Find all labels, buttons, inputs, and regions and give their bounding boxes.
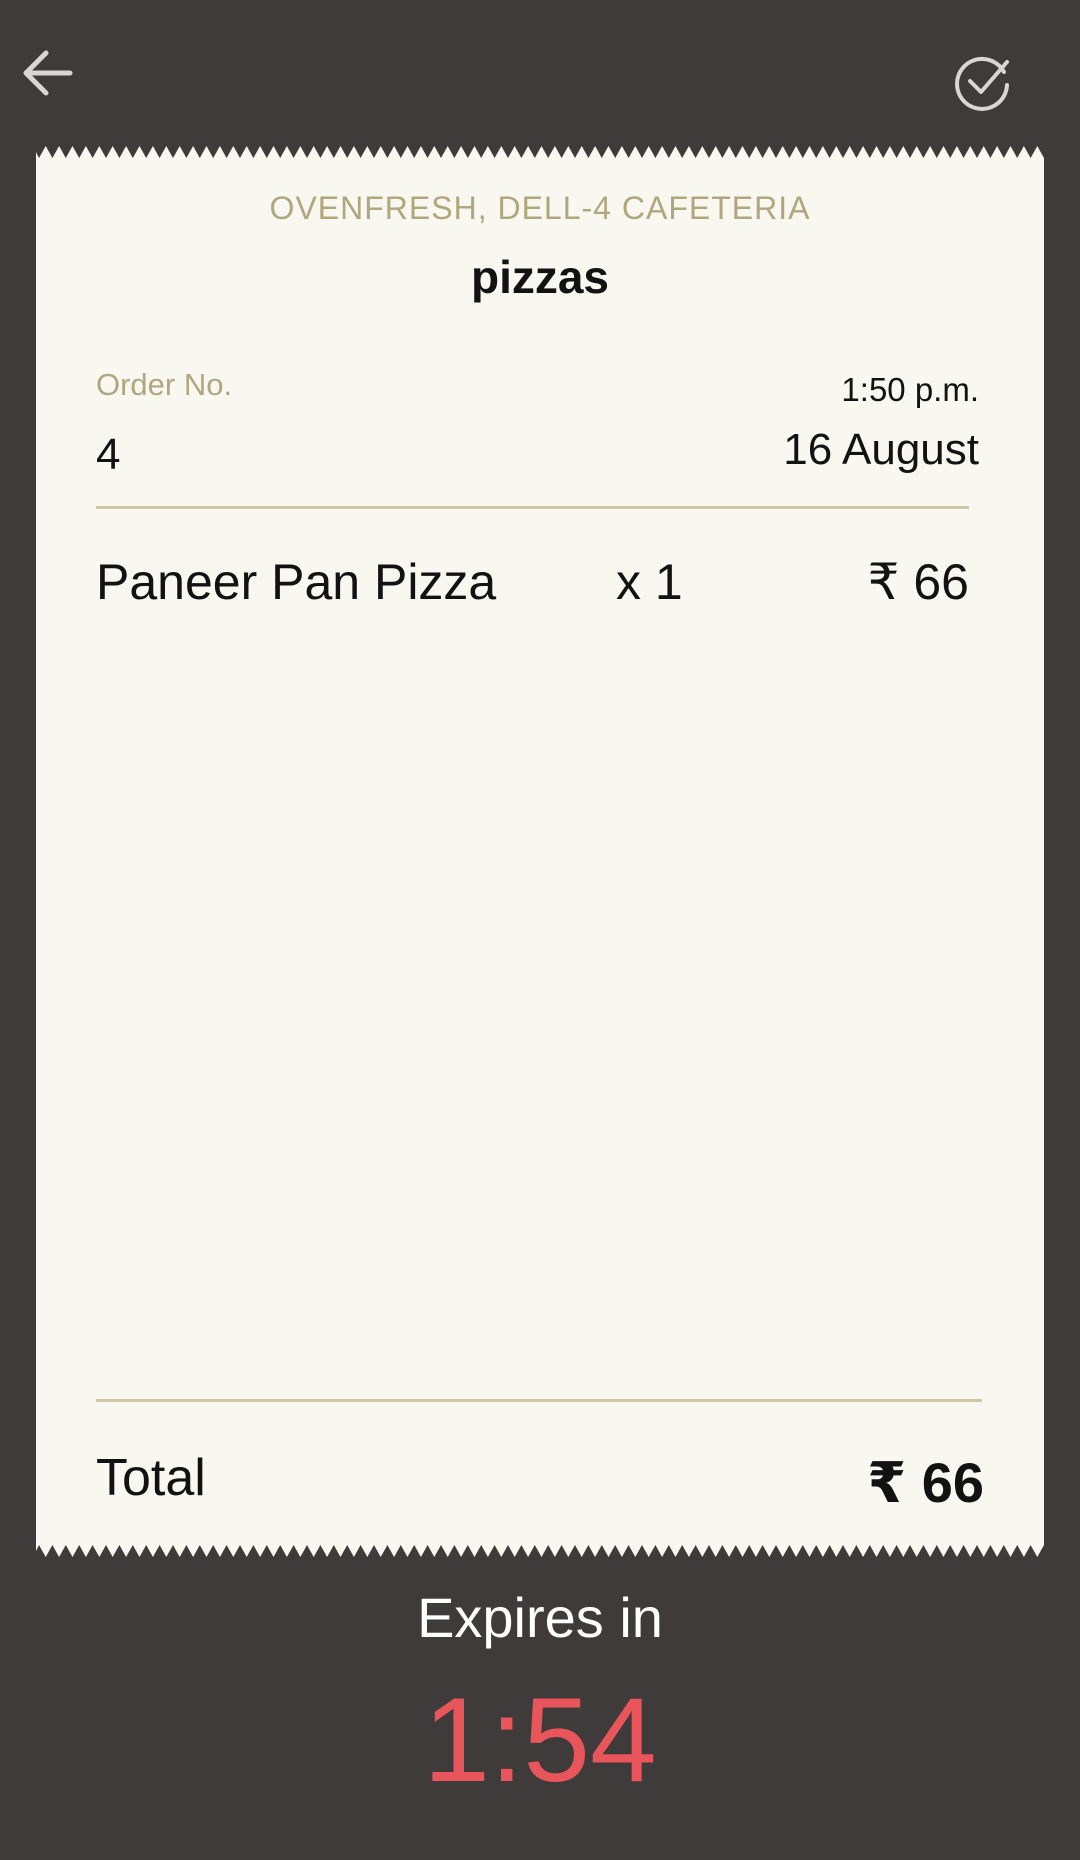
order-category: pizzas	[470, 251, 610, 303]
receipt-card: OVENFRESH, DELL-4 CAFETERIA pizzas Order…	[36, 144, 1044, 1559]
check-circle-icon	[955, 56, 1009, 111]
list-item: Paneer Pan Pizza x 1 ₹ 66	[96, 553, 969, 613]
total-amount: ₹ 66	[867, 1451, 984, 1514]
back-button[interactable]	[20, 48, 76, 98]
confirm-button[interactable]	[952, 52, 1012, 112]
receipt-zigzag-bottom	[36, 1545, 1044, 1559]
arrow-left-icon	[23, 50, 73, 96]
order-date: 16 August	[783, 425, 979, 474]
order-number: 4	[96, 430, 121, 479]
countdown-timer: 1:54	[423, 1673, 657, 1807]
top-bar	[0, 0, 1080, 150]
total-divider	[96, 1399, 982, 1402]
order-time: 1:50 p.m.	[841, 371, 979, 408]
vendor-name: OVENFRESH, DELL-4 CAFETERIA	[269, 190, 811, 226]
order-number-label: Order No.	[96, 367, 233, 402]
receipt-zigzag-top	[36, 144, 1044, 158]
item-quantity: x 1	[616, 554, 683, 610]
total-label: Total	[96, 1449, 206, 1507]
header-divider	[96, 506, 969, 509]
expires-label: Expires in	[417, 1586, 663, 1649]
item-price: ₹ 66	[867, 554, 969, 610]
item-name: Paneer Pan Pizza	[96, 554, 497, 610]
